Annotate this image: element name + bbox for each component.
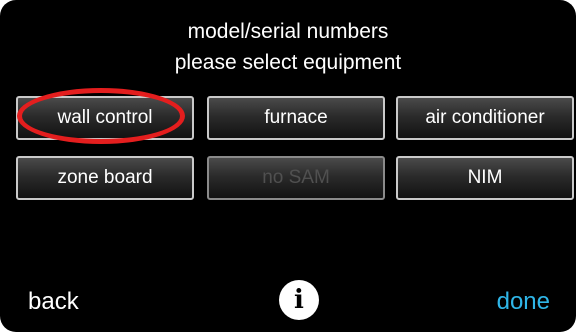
page-subtitle: please select equipment [174,51,402,74]
info-icon[interactable]: i [279,280,319,320]
page-title: model/serial numbers [187,20,389,43]
no-sam-button: no SAM [207,156,385,200]
done-button[interactable]: done [497,288,550,316]
nim-button[interactable]: NIM [396,156,574,200]
highlight-circle [17,88,185,144]
back-button[interactable]: back [28,288,79,316]
furnace-button[interactable]: furnace [207,96,385,140]
thermostat-screen: model/serial numbers please select equip… [0,0,576,332]
zone-board-button[interactable]: zone board [16,156,194,200]
air-conditioner-button[interactable]: air conditioner [396,96,574,140]
